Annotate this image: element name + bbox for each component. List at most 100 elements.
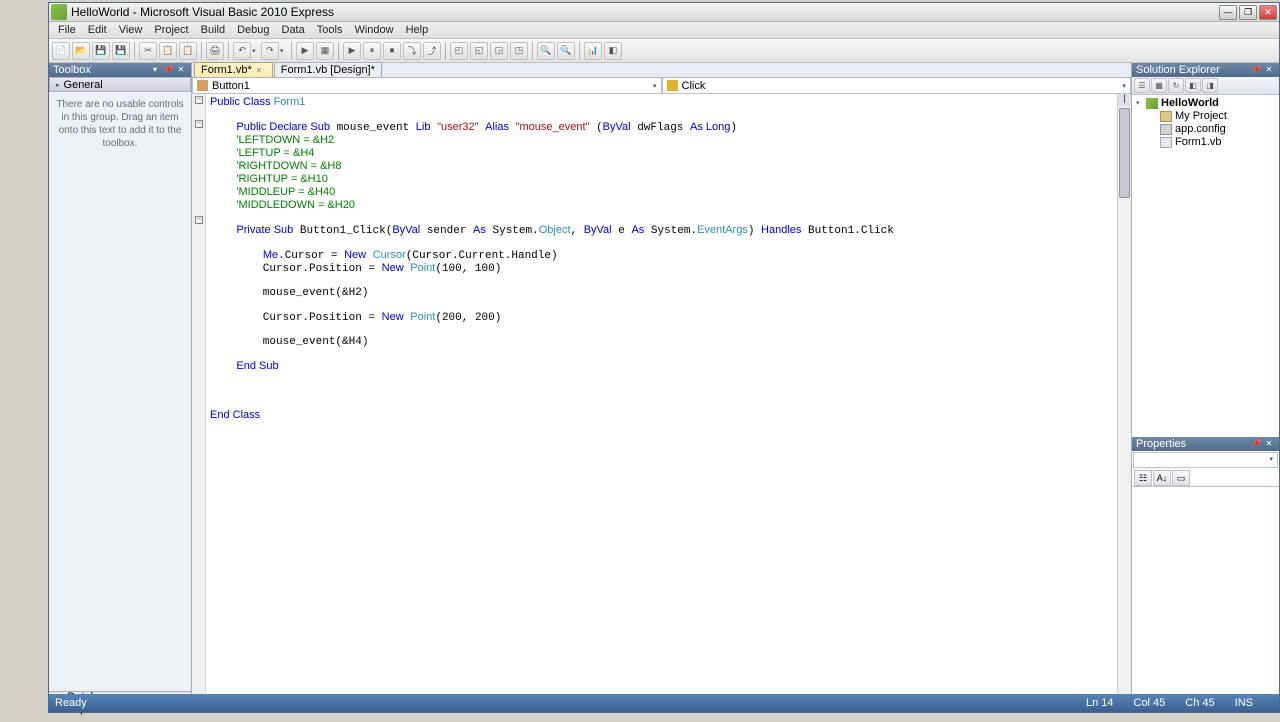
toolbar-button[interactable]: 🔍: [557, 42, 575, 60]
status-line: Ln 14: [1086, 697, 1114, 709]
menu-view[interactable]: View: [113, 23, 149, 37]
toolbar-button[interactable]: 📊: [584, 42, 602, 60]
toolbar-button[interactable]: ◰: [450, 42, 468, 60]
panel-pin-icon[interactable]: 📌: [162, 65, 174, 75]
toolbox-title: Toolbox: [53, 64, 91, 76]
toolbar-button[interactable]: ⏸: [363, 42, 381, 60]
toolbar-button[interactable]: ◱: [470, 42, 488, 60]
document-tab[interactable]: Form1.vb [Design]*: [274, 62, 382, 77]
refresh-icon[interactable]: ↻: [1168, 78, 1184, 93]
toolbar-button[interactable]: 🖨: [206, 42, 224, 60]
alphabetical-icon[interactable]: A↓: [1153, 470, 1171, 486]
property-pages-icon[interactable]: ▭: [1172, 470, 1190, 486]
menu-build[interactable]: Build: [195, 23, 231, 37]
toolbar-button[interactable]: ◧: [604, 42, 622, 60]
node-icon: [1146, 98, 1158, 109]
solution-tree: ▾HelloWorld My Project app.config Form1.…: [1132, 95, 1279, 437]
main-toolbar: 📄📂💾💾✂📋📋🖨↶▾↷▾▶▦▶⏸⏹⤵⤴◰◱◲◳🔍🔍📊◧: [49, 39, 1279, 63]
menu-data[interactable]: Data: [276, 23, 311, 37]
properties-object-selector[interactable]: [1133, 452, 1278, 468]
toolbar-button[interactable]: ↷: [261, 42, 279, 60]
toolbar-dropdown-icon[interactable]: ▾: [252, 47, 260, 55]
menu-help[interactable]: Help: [400, 23, 435, 37]
right-column: Solution Explorer 📌 ✕ ☰ ▦ ↻ ◧ ◨ ▾HelloWo…: [1131, 63, 1279, 710]
menubar: FileEditViewProjectBuildDebugDataToolsWi…: [49, 22, 1279, 39]
window-title: HelloWorld - Microsoft Visual Basic 2010…: [71, 5, 1217, 19]
toolbar-button[interactable]: ⏹: [383, 42, 401, 60]
tab-close-icon[interactable]: ✕: [256, 66, 266, 75]
toolbar-button[interactable]: ▦: [316, 42, 334, 60]
panel-close-icon[interactable]: ✕: [1263, 65, 1275, 75]
solution-toolbar: ☰ ▦ ↻ ◧ ◨: [1132, 77, 1279, 95]
fold-toggle-icon[interactable]: −: [195, 216, 203, 224]
menu-project[interactable]: Project: [148, 23, 194, 37]
toolbar-button[interactable]: ▶: [343, 42, 361, 60]
toolbox-panel: Toolbox ▾ 📌 ✕ General There are no usabl…: [49, 63, 192, 710]
toolbar-button[interactable]: 📄: [52, 42, 70, 60]
tree-node[interactable]: My Project: [1136, 110, 1275, 123]
toolbar-button[interactable]: ▶: [296, 42, 314, 60]
panel-close-icon[interactable]: ✕: [175, 65, 187, 75]
scrollbar-thumb[interactable]: [1119, 108, 1130, 198]
menu-window[interactable]: Window: [348, 23, 399, 37]
toolbar-button[interactable]: ⤵: [403, 42, 421, 60]
status-ins: INS: [1235, 697, 1253, 709]
toolbar-button[interactable]: ↶: [233, 42, 251, 60]
toolbar-button[interactable]: ⤴: [423, 42, 441, 60]
panel-close-icon[interactable]: ✕: [1263, 439, 1275, 449]
menu-edit[interactable]: Edit: [82, 23, 113, 37]
properties-icon[interactable]: ☰: [1134, 78, 1150, 93]
fold-toggle-icon[interactable]: −: [195, 120, 203, 128]
panel-dropdown-icon[interactable]: ▾: [149, 65, 161, 75]
view-code-icon[interactable]: ◧: [1185, 78, 1201, 93]
document-tabs: Form1.vb*✕Form1.vb [Design]*: [192, 63, 1131, 78]
code-text[interactable]: Public Class Form1 Public Declare Sub mo…: [206, 94, 1117, 696]
toolbar-button[interactable]: 💾: [92, 42, 110, 60]
panel-pin-icon[interactable]: 📌: [1250, 439, 1262, 449]
toolbar-button[interactable]: 💾: [112, 42, 130, 60]
expand-icon[interactable]: ▾: [1136, 97, 1146, 110]
workspace: Toolbox ▾ 📌 ✕ General There are no usabl…: [49, 63, 1279, 710]
view-designer-icon[interactable]: ◨: [1202, 78, 1218, 93]
tree-node[interactable]: app.config: [1136, 123, 1275, 136]
toolbar-dropdown-icon[interactable]: ▾: [280, 47, 288, 55]
solution-explorer-header: Solution Explorer 📌 ✕: [1132, 63, 1279, 77]
properties-panel: Properties 📌 ✕ ☷ A↓ ▭: [1132, 437, 1279, 710]
panel-pin-icon[interactable]: 📌: [1250, 65, 1262, 75]
toolbox-header: Toolbox ▾ 📌 ✕: [49, 63, 191, 77]
class-dropdown[interactable]: Button1: [192, 78, 662, 94]
toolbar-button[interactable]: ✂: [139, 42, 157, 60]
toolbar-button[interactable]: ◲: [490, 42, 508, 60]
toolbox-general-group[interactable]: General: [49, 77, 191, 92]
toolbar-button[interactable]: 📋: [159, 42, 177, 60]
menu-tools[interactable]: Tools: [311, 23, 349, 37]
fold-toggle-icon[interactable]: −: [195, 96, 203, 104]
toolbar-button[interactable]: 🔍: [537, 42, 555, 60]
status-ready: Ready: [55, 697, 87, 709]
app-window: HelloWorld - Microsoft Visual Basic 2010…: [48, 2, 1280, 713]
toolbar-button[interactable]: ◳: [510, 42, 528, 60]
editor-area: Form1.vb*✕Form1.vb [Design]* Button1 Cli…: [192, 63, 1131, 710]
restore-button[interactable]: ❐: [1239, 5, 1257, 20]
menu-file[interactable]: File: [52, 23, 82, 37]
tree-node[interactable]: ▾HelloWorld: [1136, 97, 1275, 110]
toolbar-button[interactable]: 📂: [72, 42, 90, 60]
toolbox-empty-msg: There are no usable controls in this gro…: [49, 92, 191, 691]
method-dropdown[interactable]: Click: [662, 78, 1132, 94]
menu-debug[interactable]: Debug: [231, 23, 275, 37]
vertical-scrollbar[interactable]: ┃: [1117, 94, 1131, 696]
status-column: Col 45: [1134, 697, 1166, 709]
minimize-button[interactable]: —: [1219, 5, 1237, 20]
code-editor[interactable]: − − − Public Class Form1 Public Declare …: [192, 94, 1131, 696]
categorized-icon[interactable]: ☷: [1134, 470, 1152, 486]
titlebar: HelloWorld - Microsoft Visual Basic 2010…: [49, 3, 1279, 22]
node-icon: [1160, 124, 1172, 135]
app-icon: [51, 4, 67, 20]
tree-node[interactable]: Form1.vb: [1136, 136, 1275, 149]
scroll-split-icon[interactable]: ┃: [1118, 94, 1131, 106]
close-button[interactable]: ✕: [1259, 5, 1277, 20]
status-char: Ch 45: [1185, 697, 1214, 709]
show-all-icon[interactable]: ▦: [1151, 78, 1167, 93]
document-tab[interactable]: Form1.vb*✕: [194, 62, 273, 77]
toolbar-button[interactable]: 📋: [179, 42, 197, 60]
